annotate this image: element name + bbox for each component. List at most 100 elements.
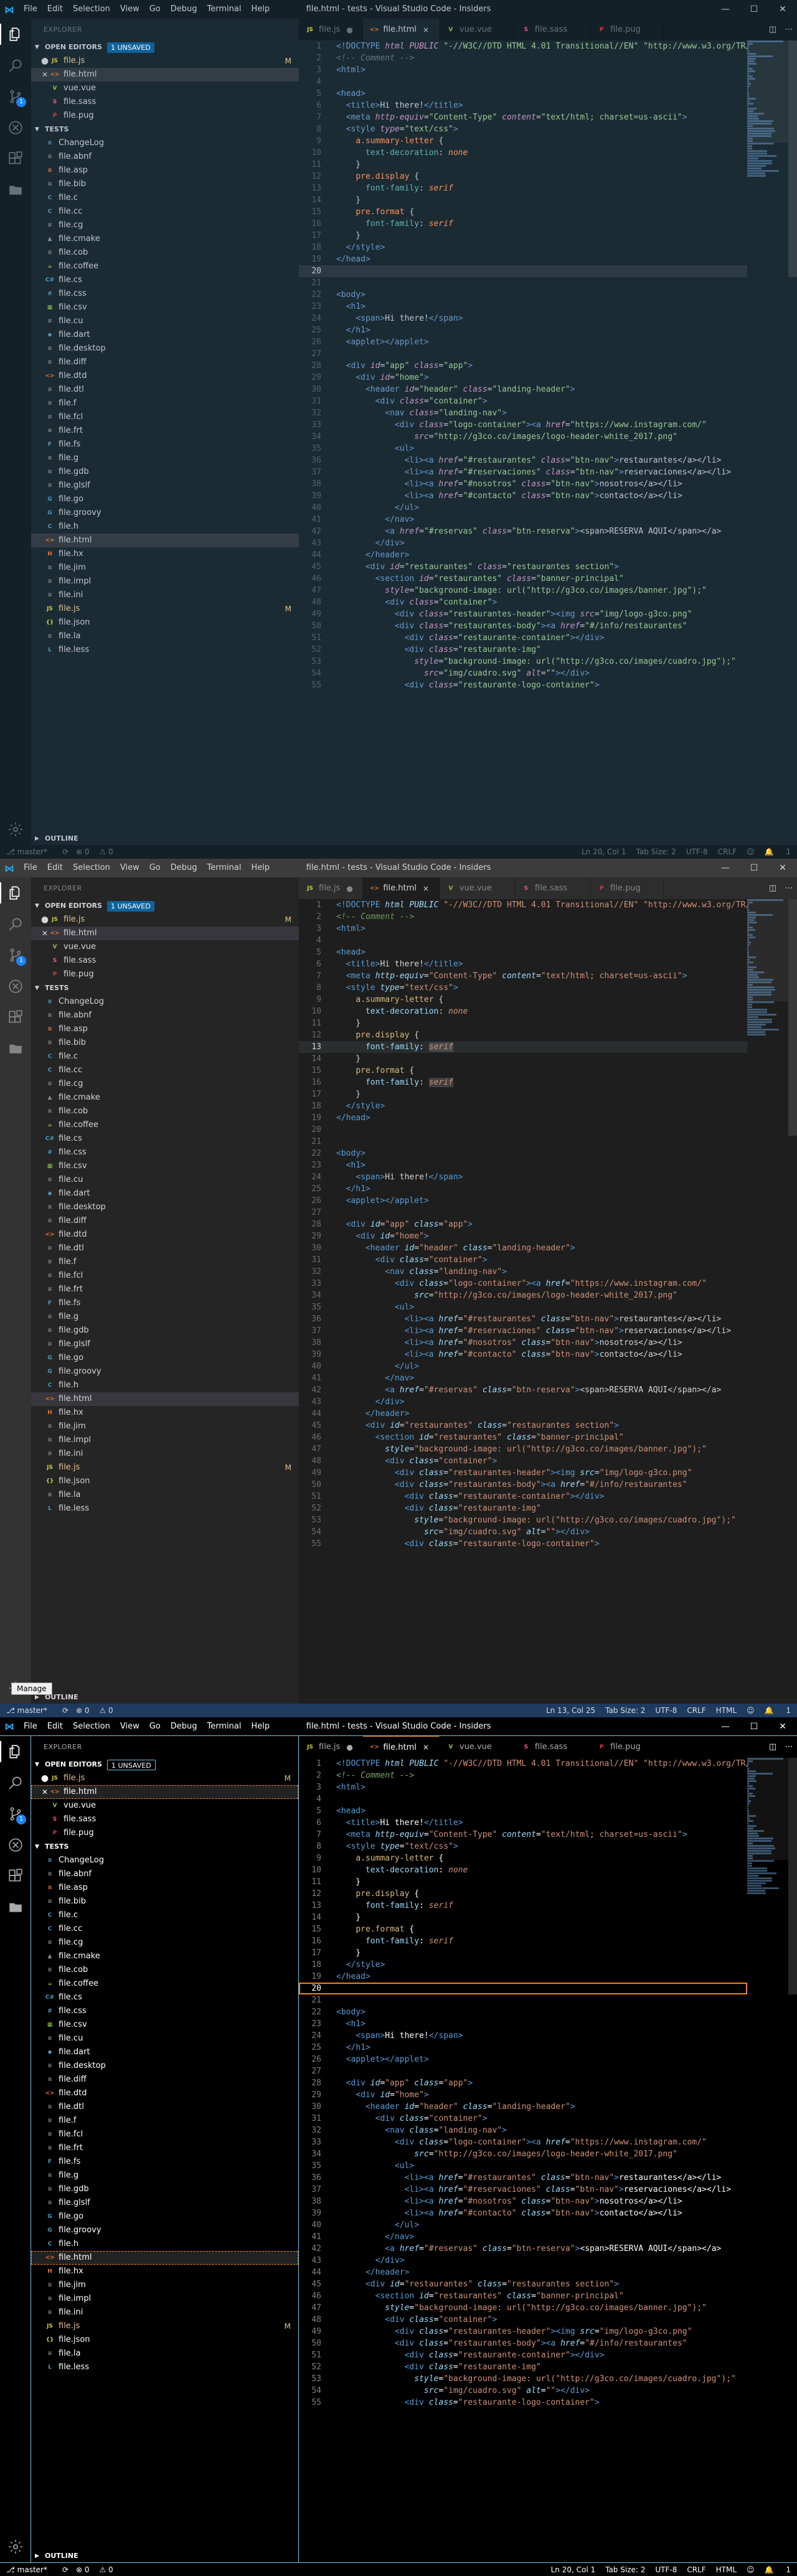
editor-tab[interactable]: JS file.js ● <box>299 877 364 899</box>
editor-tab[interactable]: <> file.html × <box>363 877 440 899</box>
menu-edit[interactable]: Edit <box>42 1717 68 1736</box>
outline-header[interactable]: ▶ OUTLINE <box>31 2549 298 2562</box>
file-tree-item[interactable]: ≡ file.glslf <box>31 2196 298 2210</box>
file-tree-item[interactable]: Gfile.go <box>31 493 299 506</box>
minimize-icon[interactable]: — <box>711 0 740 19</box>
menu-terminal[interactable]: Terminal <box>202 0 247 19</box>
editor-tab[interactable]: <> file.html × <box>363 19 440 40</box>
eol[interactable]: CRLF <box>718 847 737 856</box>
feedback-icon[interactable]: ☺ <box>747 847 755 856</box>
file-tree-item[interactable]: <> file.html <box>31 1392 299 1406</box>
file-tree-item[interactable]: Hfile.hx <box>31 547 299 561</box>
vertical-scrollbar[interactable] <box>788 899 797 1704</box>
editor-tab[interactable]: <> file.html × <box>363 1736 440 1758</box>
file-tree-item[interactable]: ◆ file.dart <box>31 2045 298 2059</box>
file-tree-item[interactable]: ≡ file.f <box>31 2114 298 2128</box>
problems-indicator[interactable]: ⊗ 0 ⚠ 0 <box>76 1706 121 1715</box>
file-tree-item[interactable]: ≡ file.fcl <box>31 2128 298 2141</box>
file-tree-item[interactable]: JS file.js M <box>31 602 299 616</box>
file-tree-item[interactable]: Gfile.groovy <box>31 1365 299 1379</box>
file-tree-item[interactable]: ☕ file.coffee <box>31 1977 298 1991</box>
file-tree-item[interactable]: ≡ file.cob <box>31 1963 298 1977</box>
menu-view[interactable]: View <box>115 859 144 877</box>
file-tree-item[interactable]: <> file.dtd <box>31 1228 299 1242</box>
scrollbar-thumb[interactable] <box>788 899 797 1136</box>
file-tree-item[interactable]: ≡ file.desktop <box>31 1201 299 1214</box>
open-editor-item[interactable]: Sfile.sass <box>31 954 299 968</box>
folder-icon[interactable] <box>0 1033 31 1064</box>
file-tree-item[interactable]: ≡ file.jim <box>31 561 299 575</box>
file-tree-item[interactable]: ≡ file.diff <box>31 2073 298 2087</box>
close-icon[interactable]: ✕ <box>40 1785 50 1799</box>
open-editors-header[interactable]: ▼ OPEN EDITORS 1 UNSAVED <box>31 899 299 913</box>
code-editor[interactable]: 1 <!DOCTYPE html PUBLIC "-//W3C//DTD HTML… <box>299 1758 747 2562</box>
menu-help[interactable]: Help <box>246 1717 275 1736</box>
more-actions-icon[interactable]: ⋯ <box>781 1742 797 1752</box>
menu-terminal[interactable]: Terminal <box>202 859 247 877</box>
file-tree-item[interactable]: ≡ file.impl <box>31 1433 299 1447</box>
file-tree-item[interactable]: C# file.cs <box>31 273 299 287</box>
menu-help[interactable]: Help <box>246 859 275 877</box>
file-tree-item[interactable]: Ffile.fs <box>31 2155 298 2169</box>
open-editor-item[interactable]: ● JS file.js M <box>31 913 299 927</box>
editor-tab[interactable]: Vvue.vue <box>440 877 515 899</box>
file-tree-item[interactable]: {} file.json <box>31 1474 299 1488</box>
menu-view[interactable]: View <box>115 1717 144 1736</box>
file-tree-item[interactable]: Cfile.cc <box>31 1064 299 1077</box>
file-tree-item[interactable]: ≡ file.glslf <box>31 479 299 493</box>
file-tree-item[interactable]: ≡ file.dtl <box>31 2100 298 2114</box>
outline-header[interactable]: ▶ OUTLINE <box>31 831 299 845</box>
cursor-position[interactable]: Ln 20, Col 1 <box>582 847 626 856</box>
open-editor-item[interactable]: Pfile.pug <box>31 109 299 123</box>
tab-close-icon[interactable]: ● <box>346 1743 354 1752</box>
file-tree-item[interactable]: <> file.dtd <box>31 2087 298 2100</box>
extensions-icon[interactable] <box>0 1861 31 1892</box>
file-tree-item[interactable]: ≡ file.jim <box>31 1420 299 1433</box>
file-tree-item[interactable]: ≡ file.fcl <box>31 1269 299 1283</box>
tab-close-icon[interactable]: ● <box>346 884 354 893</box>
maximize-icon[interactable]: ☐ <box>740 859 768 877</box>
file-tree-item[interactable]: ≡ file.abnf <box>31 1867 298 1881</box>
code-editor[interactable]: 1 <!DOCTYPE html PUBLIC "-//W3C//DTD HTML… <box>299 40 747 845</box>
maximize-icon[interactable]: ☐ <box>740 1717 768 1736</box>
file-tree-item[interactable]: ≡ ChangeLog <box>31 995 299 1009</box>
explorer-icon[interactable] <box>0 1736 31 1767</box>
file-tree-item[interactable]: ≡ file.cob <box>31 1105 299 1118</box>
open-editor-item[interactable]: ● JS file.js M <box>31 54 299 68</box>
menu-selection[interactable]: Selection <box>68 0 115 19</box>
cursor-position[interactable]: Ln 13, Col 25 <box>546 1706 595 1715</box>
file-tree-item[interactable]: ≡ file.cg <box>31 219 299 232</box>
open-editors-header[interactable]: ▼ OPEN EDITORS 1 UNSAVED <box>31 1758 298 1772</box>
file-tree-item[interactable]: ≡ file.bib <box>31 1036 299 1050</box>
file-tree-item[interactable]: Cfile.h <box>31 2237 298 2251</box>
encoding[interactable]: UTF-8 <box>655 1706 677 1715</box>
menu-view[interactable]: View <box>115 0 144 19</box>
file-tree-item[interactable]: ▲ file.cmake <box>31 1091 299 1105</box>
file-tree-item[interactable]: ▦ file.csv <box>31 301 299 314</box>
split-editor-icon[interactable]: ◫ <box>765 1742 781 1752</box>
explorer-icon[interactable] <box>0 19 31 50</box>
menu-file[interactable]: File <box>19 1717 42 1736</box>
language-mode[interactable]: HTML <box>716 1706 737 1715</box>
file-tree-item[interactable]: {} file.json <box>31 616 299 630</box>
file-tree-item[interactable]: Lfile.less <box>31 2361 298 2374</box>
encoding[interactable]: UTF-8 <box>655 2565 677 2574</box>
file-tree-item[interactable]: Gfile.go <box>31 2210 298 2224</box>
file-tree-item[interactable]: Gfile.groovy <box>31 506 299 520</box>
file-tree-item[interactable]: ▲ file.cmake <box>31 232 299 246</box>
vertical-scrollbar[interactable] <box>788 40 797 845</box>
manage-gear-icon[interactable] <box>0 2531 31 2562</box>
tests-folder-header[interactable]: ▼ TESTS <box>31 981 299 995</box>
feedback-icon[interactable]: ☺ <box>747 1706 755 1715</box>
cursor-position[interactable]: Ln 20, Col 1 <box>551 2565 596 2574</box>
close-window-icon[interactable]: ✕ <box>768 0 797 19</box>
editor-tab[interactable]: Pfile.pug <box>590 877 664 899</box>
notifications-icon[interactable]: 🔔 1 <box>765 2565 791 2574</box>
language-mode[interactable]: HTML <box>716 2565 737 2574</box>
search-icon[interactable] <box>0 908 31 940</box>
editor-tab[interactable]: Vvue.vue <box>440 19 515 40</box>
file-tree-item[interactable]: ≡ file.g <box>31 451 299 465</box>
file-tree-item[interactable]: ≡ file.diff <box>31 1214 299 1228</box>
file-tree-item[interactable]: ≡ file.jim <box>31 2278 298 2292</box>
notifications-icon[interactable]: 🔔 1 <box>765 847 791 856</box>
